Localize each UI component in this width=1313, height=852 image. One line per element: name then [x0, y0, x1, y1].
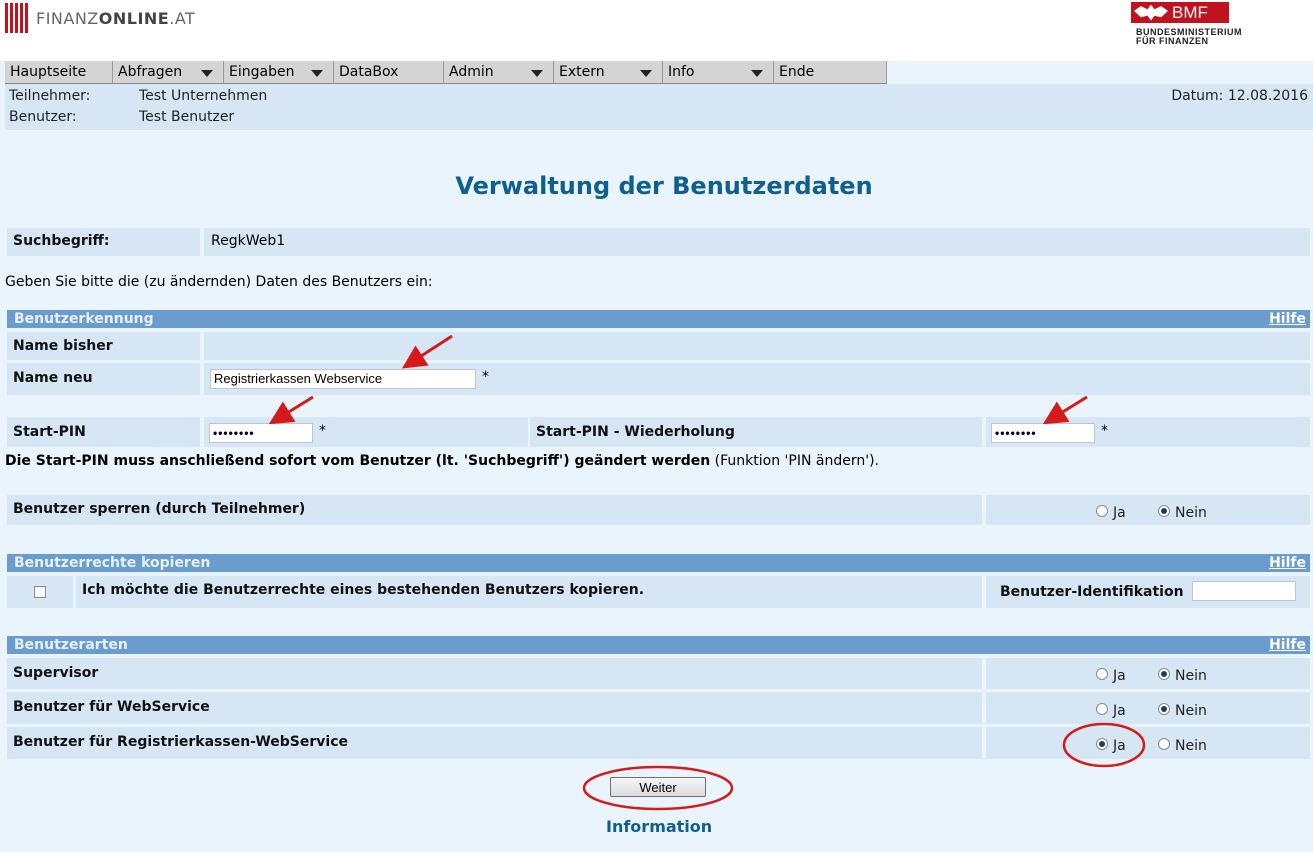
webservice-label: Benutzer für WebService — [7, 692, 982, 724]
datum: Datum: 12.08.2016 — [1171, 88, 1308, 104]
section-benutzerarten: Benutzerarten Hilfe — [7, 636, 1310, 654]
menu-item-extern[interactable]: Extern — [554, 61, 663, 83]
information-link[interactable]: Information — [606, 817, 712, 836]
teilnehmer-value: Test Unternehmen — [139, 88, 268, 104]
menu-item-abfragen[interactable]: Abfragen — [113, 61, 224, 83]
webservice-ja-label: Ja — [1113, 703, 1126, 719]
bmf-logo: BMF BUNDESMINISTERIUM FÜR FINANZEN — [1131, 2, 1311, 46]
menu-item-ende[interactable]: Ende — [774, 61, 887, 83]
menu-item-databox[interactable]: DataBox — [334, 61, 444, 83]
chevron-down-icon — [751, 70, 763, 77]
name-bisher-label: Name bisher — [7, 332, 200, 360]
suchbegriff-value: RegkWeb1 — [204, 228, 1310, 256]
start-pin-input[interactable]: •••••••• — [209, 423, 313, 443]
name-neu-label: Name neu — [7, 363, 200, 395]
menu-item-eingaben[interactable]: Eingaben — [224, 61, 334, 83]
name-neu-input[interactable]: Registrierkassen Webservice — [210, 369, 476, 389]
benutzer-label: Benutzer: — [9, 109, 77, 125]
copy-rights-label: Ich möchte die Benutzerrechte eines best… — [76, 576, 982, 608]
sperren-label: Benutzer sperren (durch Teilnehmer) — [7, 495, 982, 525]
copy-rights-checkbox[interactable] — [34, 586, 46, 598]
page-title: Verwaltung der Benutzerdaten — [455, 172, 873, 200]
annotation-arrow-icon — [1042, 395, 1088, 425]
finanzonline-logo[interactable]: FINANZONLINE.AT — [5, 2, 195, 34]
benutzer-value: Test Benutzer — [139, 109, 235, 125]
section-benutzerkennung: Benutzerkennung Hilfe — [7, 310, 1310, 328]
required-marker: * — [1101, 423, 1108, 439]
main-menu: Hauptseite Abfragen Eingaben DataBox Adm… — [5, 61, 887, 84]
registrierkassen-ja-label: Ja — [1113, 738, 1126, 754]
start-pin-label: Start-PIN — [7, 417, 200, 447]
sperren-nein-radio[interactable] — [1158, 505, 1170, 517]
registrierkassen-webservice-label: Benutzer für Registrierkassen-WebService — [7, 727, 982, 759]
menu-item-hauptseite[interactable]: Hauptseite — [5, 61, 113, 83]
supervisor-ja-radio[interactable] — [1096, 668, 1108, 680]
chevron-down-icon — [640, 70, 652, 77]
registrierkassen-nein-radio[interactable] — [1158, 738, 1170, 750]
header: FINANZONLINE.AT BMF BUNDESMINISTERIUM FÜ… — [0, 0, 1313, 61]
registrierkassen-ja-radio[interactable] — [1096, 738, 1108, 750]
logo-text: FINANZONLINE.AT — [36, 8, 196, 28]
sperren-options — [986, 495, 1310, 525]
supervisor-nein-radio[interactable] — [1158, 668, 1170, 680]
weiter-button[interactable]: Weiter — [610, 777, 706, 797]
registrierkassen-nein-label: Nein — [1175, 738, 1207, 754]
supervisor-nein-label: Nein — [1175, 668, 1207, 684]
start-pin-repeat-input[interactable]: •••••••• — [991, 423, 1095, 443]
supervisor-options — [986, 658, 1310, 689]
teilnehmer-label: Teilnehmer: — [9, 88, 91, 104]
session-info: Teilnehmer: Test Unternehmen Benutzer: T… — [5, 84, 1313, 130]
registrierkassen-webservice-options — [986, 727, 1310, 759]
hilfe-link[interactable]: Hilfe — [1269, 554, 1306, 572]
pin-note: Die Start-PIN muss anschließend sofort v… — [5, 453, 879, 469]
annotation-arrow-icon — [268, 395, 314, 425]
chevron-down-icon — [201, 70, 213, 77]
webservice-nein-label: Nein — [1175, 703, 1207, 719]
suchbegriff-label: Suchbegriff: — [7, 228, 200, 256]
hilfe-link[interactable]: Hilfe — [1269, 636, 1306, 654]
webservice-nein-radio[interactable] — [1158, 703, 1170, 715]
supervisor-label: Supervisor — [7, 658, 982, 689]
sperren-nein-label: Nein — [1175, 505, 1207, 521]
required-marker: * — [319, 423, 326, 439]
instruction-text: Geben Sie bitte die (zu ändernden) Daten… — [5, 274, 433, 290]
hilfe-link[interactable]: Hilfe — [1269, 310, 1306, 328]
sperren-ja-label: Ja — [1113, 505, 1126, 521]
required-marker: * — [482, 369, 489, 385]
sperren-ja-radio[interactable] — [1096, 505, 1108, 517]
benutzer-id-label: Benutzer-Identifikation — [1000, 584, 1184, 600]
eagle-icon — [1134, 4, 1168, 21]
webservice-ja-radio[interactable] — [1096, 703, 1108, 715]
chevron-down-icon — [531, 70, 543, 77]
section-benutzerrechte: Benutzerrechte kopieren Hilfe — [7, 554, 1310, 572]
benutzer-id-input[interactable] — [1192, 581, 1296, 601]
supervisor-ja-label: Ja — [1113, 668, 1126, 684]
chevron-down-icon — [311, 70, 323, 77]
menu-item-admin[interactable]: Admin — [444, 61, 554, 83]
webservice-options — [986, 692, 1310, 724]
menu-item-info[interactable]: Info — [663, 61, 774, 83]
start-pin-repeat-label: Start-PIN - Wiederholung — [530, 417, 982, 447]
logo-bars-icon — [5, 3, 30, 33]
name-bisher-value — [204, 332, 1310, 360]
